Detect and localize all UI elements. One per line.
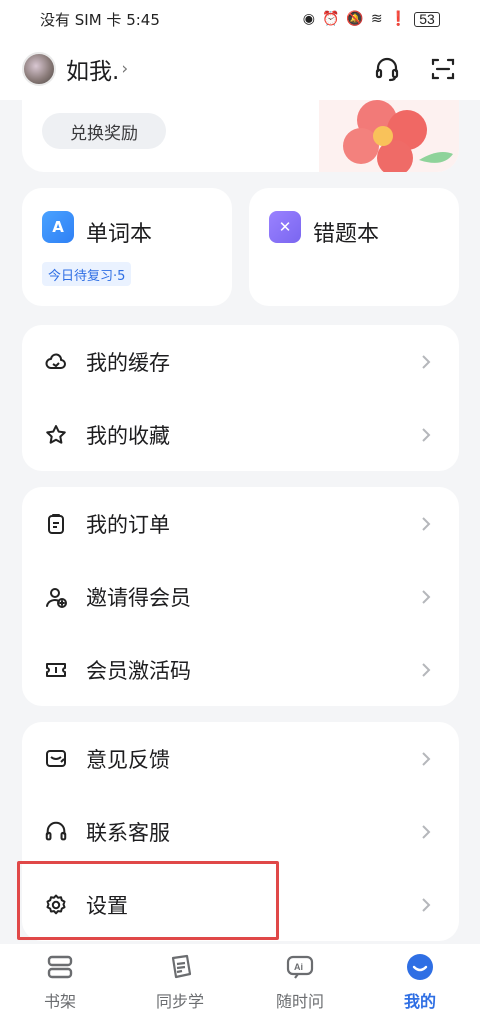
menu-item-label: 会员激活码 <box>86 658 191 683</box>
scan-icon[interactable] <box>428 54 458 84</box>
wrongbook-icon: ✕ <box>269 211 301 243</box>
wordbook-title: 单词本 <box>86 222 153 247</box>
menu-group-2: 我的订单 邀请得会员 会员激活码 <box>22 487 459 706</box>
menu-item-feedback[interactable]: 意见反馈 <box>22 722 459 795</box>
profile-header: 如我. › <box>0 38 480 100</box>
menu-item-label: 我的订单 <box>86 512 170 537</box>
eye-icon: ◉ <box>302 11 315 27</box>
cloud-icon <box>42 348 70 376</box>
alert-icon: ❗ <box>389 11 407 27</box>
sync-study-icon <box>171 954 192 979</box>
tab-mine[interactable]: 我的 <box>360 944 480 1027</box>
chevron-right-icon[interactable]: › <box>121 59 128 79</box>
ai-ask-icon: Ai <box>286 955 314 979</box>
chevron-right-icon <box>422 589 431 604</box>
menu-group-1: 我的缓存 我的收藏 <box>22 325 459 471</box>
menu-item-cache[interactable]: 我的缓存 <box>22 325 459 398</box>
menu-item-customer-service[interactable]: 联系客服 <box>22 795 459 868</box>
menu-item-label: 联系客服 <box>86 820 170 845</box>
bookshelf-icon <box>47 955 73 979</box>
tab-sync-study[interactable]: 同步学 <box>120 944 240 1027</box>
profile-icon <box>407 954 433 980</box>
alarm-icon: ⏰ <box>321 11 340 27</box>
status-carrier-time: 没有 SIM 卡 5:45 <box>40 10 160 29</box>
ticket-icon <box>42 656 70 684</box>
review-badge: 今日待复习·5 <box>42 262 132 286</box>
flower-decoration-icon <box>319 100 459 172</box>
bottom-tab-bar: 书架 同步学 Ai 随时问 我的 <box>0 944 480 1027</box>
menu-item-label: 我的收藏 <box>86 423 170 448</box>
status-bar: 没有 SIM 卡 5:45 ◉ ⏰ 🔕 ≋ ❗ 53 <box>0 0 480 38</box>
menu-item-invite[interactable]: 邀请得会员 <box>22 560 459 633</box>
status-icons: ◉ ⏰ 🔕 ≋ ❗ 53 <box>302 11 440 27</box>
settings-highlight-box <box>17 861 279 940</box>
headset-icon[interactable] <box>372 54 402 84</box>
wrongbook-card[interactable]: ✕ 错题本 <box>249 188 459 306</box>
menu-item-label: 我的缓存 <box>86 350 170 375</box>
avatar[interactable] <box>22 52 56 86</box>
headset-icon <box>42 818 70 846</box>
reward-card: 兑换奖励 <box>22 100 459 172</box>
wrongbook-title: 错题本 <box>313 222 380 247</box>
chevron-right-icon <box>422 751 431 766</box>
chevron-right-icon <box>422 427 431 442</box>
battery-icon: 53 <box>414 11 440 27</box>
add-user-icon <box>42 583 70 611</box>
tab-label: 我的 <box>403 992 436 1011</box>
mute-icon: 🔕 <box>346 11 364 27</box>
chevron-right-icon <box>422 354 431 369</box>
tab-ask-anytime[interactable]: Ai 随时问 <box>240 944 360 1027</box>
chevron-right-icon <box>422 897 431 912</box>
chevron-right-icon <box>422 662 431 677</box>
menu-item-orders[interactable]: 我的订单 <box>22 487 459 560</box>
tab-bookshelf[interactable]: 书架 <box>0 944 120 1027</box>
svg-text:Ai: Ai <box>294 962 303 972</box>
clipboard-icon <box>42 510 70 538</box>
username[interactable]: 如我. <box>66 52 119 86</box>
menu-item-activation-code[interactable]: 会员激活码 <box>22 633 459 706</box>
feedback-icon <box>42 745 70 773</box>
redeem-reward-button[interactable]: 兑换奖励 <box>42 113 166 149</box>
wordbook-card[interactable]: A 单词本 今日待复习·5 <box>22 188 232 306</box>
menu-item-label: 邀请得会员 <box>86 585 191 610</box>
chevron-right-icon <box>422 824 431 839</box>
tab-label: 随时问 <box>275 992 324 1011</box>
menu-item-favorites[interactable]: 我的收藏 <box>22 398 459 471</box>
battery-level: 53 <box>419 11 435 27</box>
chevron-right-icon <box>422 516 431 531</box>
star-icon <box>42 421 70 449</box>
tab-label: 书架 <box>43 992 76 1011</box>
wifi-icon: ≋ <box>370 11 383 27</box>
tab-label: 同步学 <box>155 992 204 1011</box>
wordbook-icon: A <box>42 211 74 243</box>
menu-item-label: 意见反馈 <box>86 747 170 772</box>
